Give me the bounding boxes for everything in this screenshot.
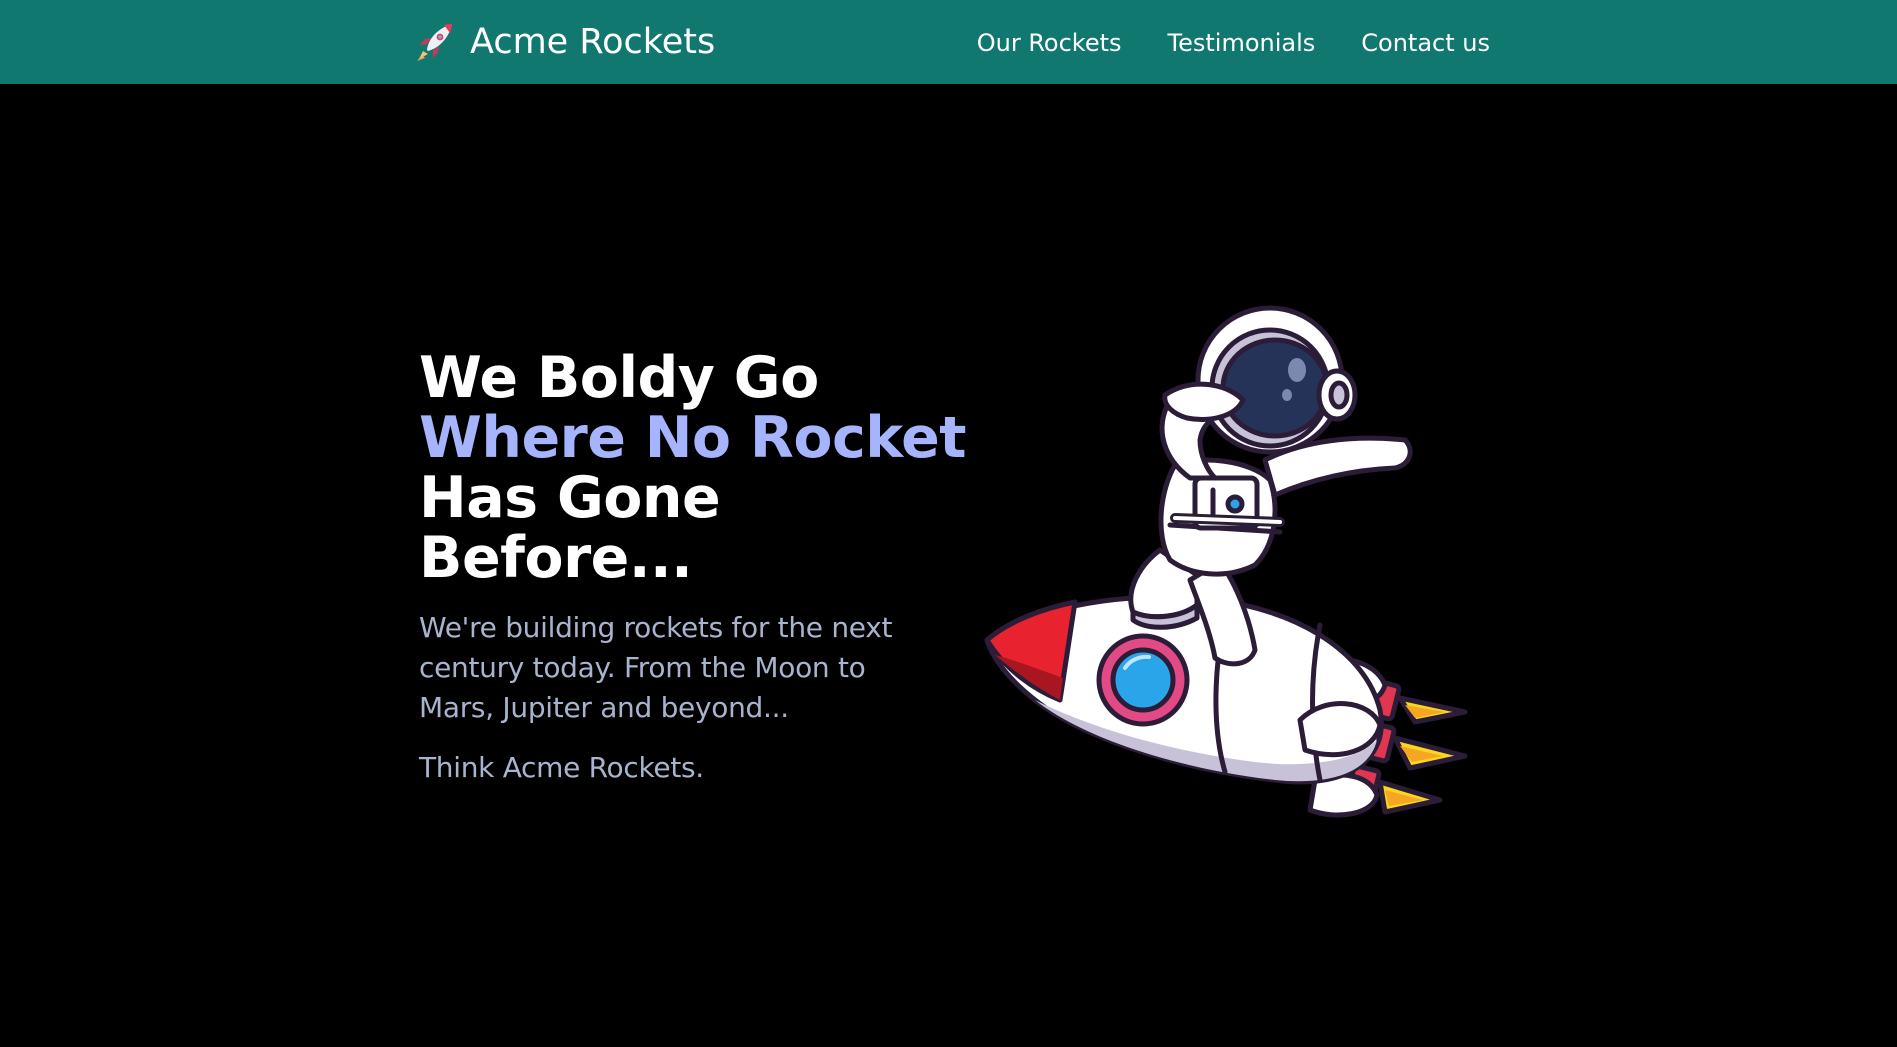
nav-link-our-rockets[interactable]: Our Rockets [977,28,1122,58]
hero-title-line4: Before... [419,525,693,591]
site-header: Acme Rockets Our Rockets Testimonials Co… [0,0,1897,84]
brand-name: Acme Rockets [470,22,716,62]
rocket-icon [417,24,452,61]
astronaut-riding-rocket-image [984,305,1468,818]
hero-tagline: Think Acme Rockets. [419,751,704,784]
hero-title-line1: We Boldy Go [419,345,819,411]
hero-title-line2: Where No Rocket [419,405,967,471]
brand-home-link[interactable]: Acme Rockets [414,20,715,64]
main-nav: Our Rockets Testimonials Contact us [977,28,1490,58]
nav-link-testimonials[interactable]: Testimonials [1168,28,1316,58]
hero-title-line3: Has Gone [419,465,721,531]
nav-link-contact-us[interactable]: Contact us [1361,28,1490,58]
hero-title: We Boldy Go Where No Rocket Has Gone Bef… [419,345,967,591]
hero-description: We're building rockets for the next cent… [419,611,893,724]
